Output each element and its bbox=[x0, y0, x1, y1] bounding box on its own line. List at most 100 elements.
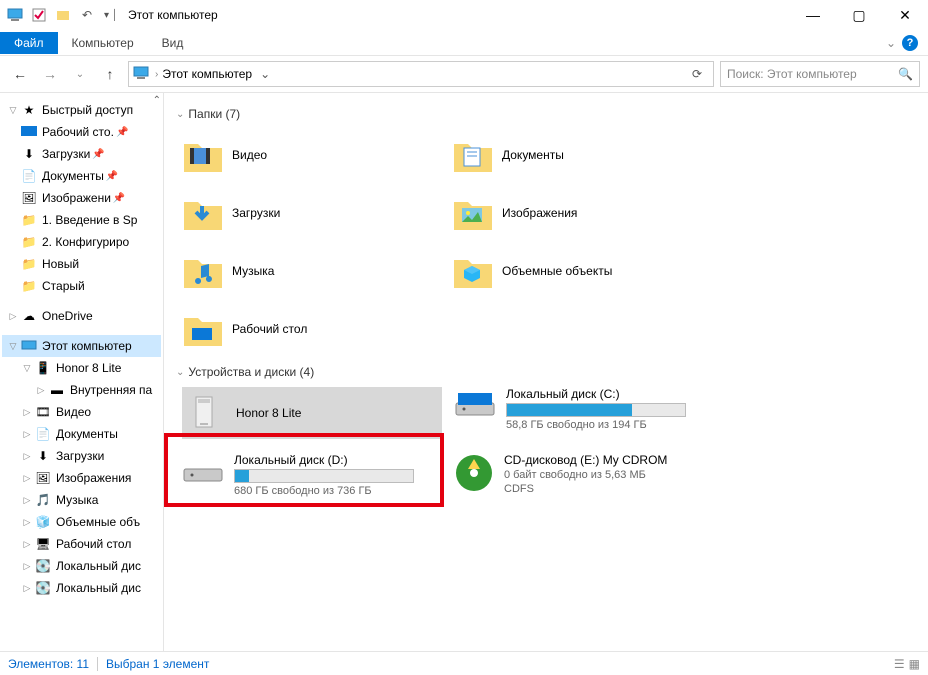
tab-file[interactable]: Файл bbox=[0, 32, 58, 54]
drive-d[interactable]: Локальный диск (D:) 680 ГБ свободно из 7… bbox=[182, 453, 442, 505]
folder-objects3d[interactable]: Объемные объекты bbox=[452, 245, 712, 297]
folder-documents[interactable]: Документы bbox=[452, 129, 712, 181]
folder-downloads[interactable]: Загрузки bbox=[182, 187, 442, 239]
help-icon[interactable]: ? bbox=[902, 35, 918, 51]
downloads-icon: ⬇ bbox=[20, 146, 38, 162]
expander-icon[interactable] bbox=[20, 429, 34, 440]
folder-icon[interactable] bbox=[52, 4, 74, 26]
desktop-icon bbox=[20, 124, 38, 140]
tree-folder-config[interactable]: 📁2. Конфигуриро bbox=[2, 231, 161, 253]
status-elements: Элементов: 11 bbox=[8, 657, 89, 671]
expander-icon[interactable] bbox=[20, 561, 34, 572]
tree-honor[interactable]: 📱Honor 8 Lite bbox=[2, 357, 161, 379]
expander-icon[interactable] bbox=[20, 407, 34, 418]
capacity-bar bbox=[234, 469, 414, 483]
expander-icon[interactable] bbox=[20, 495, 34, 506]
tree-music[interactable]: 🎵Музыка bbox=[2, 489, 161, 511]
recent-dropdown-icon[interactable]: ⌄ bbox=[68, 62, 92, 86]
expander-icon[interactable] bbox=[20, 451, 34, 462]
tree-folder-new[interactable]: 📁Новый bbox=[2, 253, 161, 275]
breadcrumb-label[interactable]: Этот компьютер bbox=[162, 67, 252, 81]
group-devices[interactable]: ⌄ Устройства и диски (4) bbox=[176, 365, 916, 379]
checkbox-icon[interactable] bbox=[28, 4, 50, 26]
tab-view[interactable]: Вид bbox=[148, 32, 198, 54]
folder-music[interactable]: Музыка bbox=[182, 245, 442, 297]
dvd-icon bbox=[454, 453, 494, 493]
search-input[interactable]: Поиск: Этот компьютер 🔍 bbox=[720, 61, 920, 87]
main-area: ⌃ ★ Быстрый доступ Рабочий сто.📌 ⬇Загруз… bbox=[0, 92, 928, 651]
tab-computer[interactable]: Компьютер bbox=[58, 32, 148, 54]
music-icon bbox=[182, 250, 224, 292]
drive-free: 0 байт свободно из 5,63 МБ bbox=[504, 469, 714, 481]
tree-localdisk-d[interactable]: 💽Локальный дис bbox=[2, 577, 161, 599]
ribbon-tabs: Файл Компьютер Вид ⌄ ? bbox=[0, 30, 928, 56]
tree-downloads2[interactable]: ⬇Загрузки bbox=[2, 445, 161, 467]
qat-dropdown-icon[interactable]: ▾ │ bbox=[100, 4, 122, 26]
disk-icon: 💽 bbox=[34, 580, 52, 596]
expander-icon[interactable] bbox=[6, 311, 20, 322]
chevron-down-icon[interactable]: ⌄ bbox=[176, 367, 184, 378]
folder-pictures[interactable]: Изображения bbox=[452, 187, 712, 239]
chevron-up-icon[interactable]: ⌃ bbox=[153, 95, 161, 106]
view-icons-icon[interactable]: ▦ bbox=[909, 657, 920, 671]
pin-icon: 📌 bbox=[116, 127, 128, 138]
tree-localdisk-c[interactable]: 💽Локальный дис bbox=[2, 555, 161, 577]
drive-e[interactable]: CD-дисковод (E:) My CDROM 0 байт свободн… bbox=[454, 453, 714, 505]
expander-icon[interactable] bbox=[6, 105, 20, 116]
expander-icon[interactable] bbox=[20, 583, 34, 594]
tree-documents2[interactable]: 📄Документы bbox=[2, 423, 161, 445]
tree-pictures2[interactable]: 🖼Изображения bbox=[2, 467, 161, 489]
tree-quick-access[interactable]: ★ Быстрый доступ bbox=[2, 99, 161, 121]
pc-icon bbox=[4, 4, 26, 26]
drive-name: Honor 8 Lite bbox=[236, 406, 438, 420]
tree-onedrive[interactable]: ☁OneDrive bbox=[2, 305, 161, 327]
minimize-button[interactable]: — bbox=[790, 0, 836, 30]
folder-desktop[interactable]: Рабочий стол bbox=[182, 303, 442, 355]
expander-icon[interactable] bbox=[20, 517, 34, 528]
close-button[interactable]: ✕ bbox=[882, 0, 928, 30]
forward-button[interactable]: → bbox=[38, 62, 62, 86]
tree-documents[interactable]: 📄Документы📌 bbox=[2, 165, 161, 187]
breadcrumb[interactable]: › Этот компьютер ⌄ ⟳ bbox=[128, 61, 714, 87]
tree-folder-old[interactable]: 📁Старый bbox=[2, 275, 161, 297]
view-details-icon[interactable]: ☰ bbox=[894, 657, 905, 671]
drive-c[interactable]: Локальный диск (C:) 58,8 ГБ свободно из … bbox=[454, 387, 714, 439]
status-bar: Элементов: 11 Выбран 1 элемент ☰ ▦ bbox=[0, 651, 928, 675]
pictures-icon: 🖼 bbox=[34, 470, 52, 486]
pin-icon: 📌 bbox=[92, 149, 104, 160]
drive-name: CD-дисковод (E:) My CDROM bbox=[504, 453, 714, 467]
search-placeholder: Поиск: Этот компьютер bbox=[727, 67, 857, 81]
folder-video[interactable]: Видео bbox=[182, 129, 442, 181]
up-button[interactable]: ↑ bbox=[98, 62, 122, 86]
tree-desktop2[interactable]: 🖥Рабочий стол bbox=[2, 533, 161, 555]
expander-icon[interactable] bbox=[20, 473, 34, 484]
chevron-down-icon[interactable]: ⌄ bbox=[176, 109, 184, 120]
content-pane: ⌄ Папки (7) Видео Документы Загрузки Изо… bbox=[164, 93, 928, 651]
tree-video[interactable]: 🎞Видео bbox=[2, 401, 161, 423]
tree-folder-intro[interactable]: 📁1. Введение в Sp bbox=[2, 209, 161, 231]
breadcrumb-dropdown-icon[interactable]: ⌄ bbox=[256, 67, 274, 81]
tree-downloads[interactable]: ⬇Загрузки📌 bbox=[2, 143, 161, 165]
back-button[interactable]: ← bbox=[8, 62, 32, 86]
undo-icon[interactable]: ↶ bbox=[76, 4, 98, 26]
expander-icon[interactable] bbox=[20, 363, 34, 374]
search-icon[interactable]: 🔍 bbox=[898, 67, 913, 81]
drive-free: 680 ГБ свободно из 736 ГБ bbox=[234, 485, 442, 497]
tree-this-pc[interactable]: Этот компьютер bbox=[2, 335, 161, 357]
quick-access-toolbar: ↶ ▾ │ bbox=[4, 4, 122, 26]
nav-tree: ⌃ ★ Быстрый доступ Рабочий сто.📌 ⬇Загруз… bbox=[0, 93, 164, 651]
refresh-button[interactable]: ⟳ bbox=[685, 67, 709, 81]
ribbon-chevron-icon[interactable]: ⌄ bbox=[886, 36, 896, 50]
tree-desktop[interactable]: Рабочий сто.📌 bbox=[2, 121, 161, 143]
tree-pictures[interactable]: 🖼Изображени📌 bbox=[2, 187, 161, 209]
downloads-icon bbox=[182, 192, 224, 234]
expander-icon[interactable] bbox=[20, 539, 34, 550]
maximize-button[interactable]: ▢ bbox=[836, 0, 882, 30]
drive-honor[interactable]: Honor 8 Lite bbox=[182, 387, 442, 439]
expander-icon[interactable] bbox=[6, 341, 20, 352]
disk-icon bbox=[454, 387, 496, 423]
tree-internal-storage[interactable]: ▬Внутренняя па bbox=[2, 379, 161, 401]
group-folders[interactable]: ⌄ Папки (7) bbox=[176, 107, 916, 121]
tree-objects3d[interactable]: 🧊Объемные объ bbox=[2, 511, 161, 533]
expander-icon[interactable] bbox=[34, 385, 48, 396]
